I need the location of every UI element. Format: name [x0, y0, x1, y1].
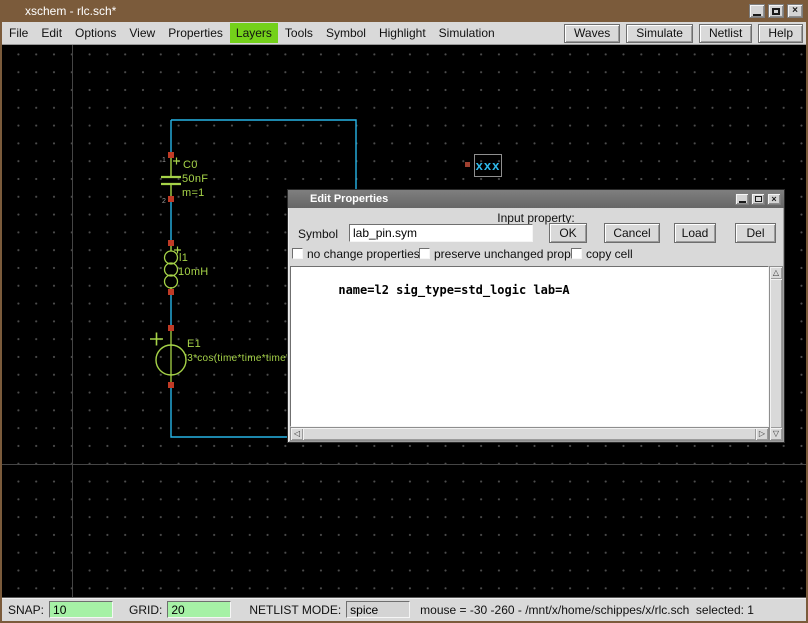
close-icon[interactable]: ×	[787, 4, 803, 18]
cancel-button[interactable]: Cancel	[604, 223, 660, 243]
snap-input[interactable]	[49, 601, 113, 618]
scroll-left-icon[interactable]: ◁	[291, 428, 303, 440]
symbol-label: Symbol	[298, 227, 338, 241]
mouse-status-text: mouse = -30 -260 - /mnt/x/home/schippes/…	[420, 603, 754, 617]
symbol-input[interactable]	[349, 224, 533, 242]
maximize-glyph	[755, 196, 762, 202]
edit-properties-dialog: Edit Properties × Input property: Symbol…	[287, 189, 785, 443]
close-glyph: ×	[771, 195, 776, 204]
menu-edit[interactable]: Edit	[35, 23, 68, 43]
window-titlebar[interactable]: xschem - rlc.sch* ×	[0, 0, 808, 22]
scroll-right-icon[interactable]: ▷	[756, 428, 768, 440]
vertical-scrollbar[interactable]: △ ▽	[769, 266, 783, 441]
properties-textarea[interactable]: name=l2 sig_type=std_logic lab=A	[290, 266, 769, 427]
preserve-unchanged-props-label: preserve unchanged props	[434, 247, 577, 261]
inductor-coil[interactable]	[165, 251, 178, 264]
properties-text: name=l2 sig_type=std_logic lab=A	[338, 283, 569, 297]
dialog-title: Edit Properties	[310, 193, 388, 205]
menu-file[interactable]: File	[3, 23, 34, 43]
preserve-unchanged-props-checkbox[interactable]	[419, 248, 430, 259]
scroll-up-icon[interactable]: △	[770, 267, 782, 279]
scroll-down-icon[interactable]: ▽	[770, 428, 782, 440]
vertical-scroll-thumb[interactable]	[770, 279, 782, 428]
maximize-glyph	[772, 8, 780, 15]
netlist-button[interactable]: Netlist	[699, 24, 752, 43]
maximize-icon[interactable]	[768, 4, 784, 18]
capacitor-value[interactable]: 50nF	[182, 173, 208, 185]
statusbar: SNAP: GRID: NETLIST MODE: mouse = -30 -2…	[2, 597, 806, 621]
menu-view[interactable]: View	[123, 23, 161, 43]
dialog-close-icon[interactable]: ×	[767, 193, 781, 205]
pin-plus-icon	[173, 158, 181, 254]
close-glyph: ×	[792, 6, 798, 16]
menu-simulation[interactable]: Simulation	[433, 23, 501, 43]
copy-cell-label: copy cell	[586, 247, 633, 261]
dialog-maximize-icon[interactable]	[751, 193, 765, 205]
snap-label: SNAP:	[8, 603, 44, 617]
source-name[interactable]: E1	[187, 338, 201, 350]
window-title: xschem - rlc.sch*	[25, 4, 116, 18]
menu-highlight[interactable]: Highlight	[373, 23, 432, 43]
lab-pin-square[interactable]	[465, 162, 470, 167]
pin-label-text: xxx	[476, 158, 501, 173]
menu-symbol[interactable]: Symbol	[320, 23, 372, 43]
capacitor-pin2-number: 2	[162, 198, 166, 205]
dialog-titlebar[interactable]: Edit Properties ×	[288, 190, 784, 208]
minimize-glyph	[739, 201, 746, 203]
menu-options[interactable]: Options	[69, 23, 122, 43]
horizontal-scrollbar[interactable]: ◁ ▷	[290, 427, 769, 441]
menu-tools[interactable]: Tools	[279, 23, 319, 43]
source-value[interactable]: '3*cos(time*time*time'	[185, 353, 288, 364]
waves-button[interactable]: Waves	[564, 24, 620, 43]
minimize-icon[interactable]	[749, 4, 765, 18]
selected-pin-label[interactable]: xxx	[474, 154, 502, 177]
grid-input[interactable]	[167, 601, 231, 618]
load-button[interactable]: Load	[674, 223, 716, 243]
menubar: File Edit Options View Properties Layers…	[2, 22, 806, 45]
netlist-mode-label: NETLIST MODE:	[249, 603, 341, 617]
no-change-properties-checkbox[interactable]	[292, 248, 303, 259]
plus-icon	[150, 333, 163, 346]
netlist-mode-input[interactable]	[346, 601, 410, 618]
ok-button[interactable]: OK	[549, 223, 587, 243]
inductor-coil[interactable]	[165, 275, 178, 288]
xschem-window: xschem - rlc.sch* × File Edit Options Vi…	[0, 0, 808, 623]
inductor-value[interactable]: 10mH	[178, 266, 209, 278]
inductor-coil[interactable]	[165, 263, 178, 276]
menu-layers[interactable]: Layers	[230, 23, 278, 43]
grid-label: GRID:	[129, 603, 162, 617]
dialog-minimize-icon[interactable]	[735, 193, 749, 205]
checkbox-row: no change properties preserve unchanged …	[288, 247, 784, 261]
copy-cell-checkbox[interactable]	[571, 248, 582, 259]
minimize-glyph	[753, 14, 761, 16]
capacitor-pin1-number: 1	[162, 157, 166, 164]
help-button[interactable]: Help	[758, 24, 803, 43]
inductor-name[interactable]: l1	[179, 252, 188, 264]
no-change-properties-label: no change properties	[307, 247, 420, 261]
simulate-button[interactable]: Simulate	[626, 24, 693, 43]
capacitor-plates[interactable]	[161, 177, 181, 184]
capacitor-name[interactable]: C0	[183, 159, 198, 171]
horizontal-scroll-thumb[interactable]	[303, 428, 756, 440]
capacitor-attr[interactable]: m=1	[182, 187, 205, 199]
del-button[interactable]: Del	[735, 223, 776, 243]
menu-properties[interactable]: Properties	[162, 23, 229, 43]
